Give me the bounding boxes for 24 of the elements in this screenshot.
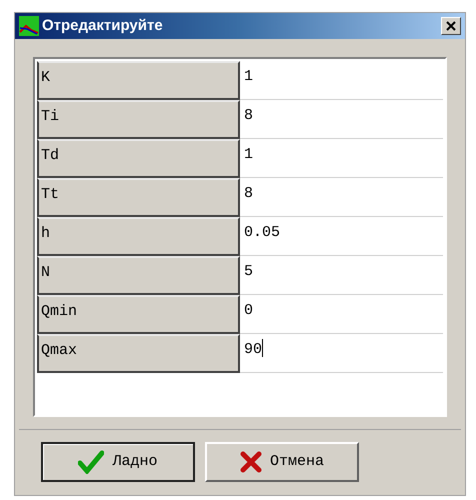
value-cell[interactable]: 1 (240, 61, 443, 100)
value-cell[interactable]: 0 (240, 295, 443, 334)
value-cell[interactable]: 5 (240, 256, 443, 295)
parameter-name: Tt (37, 178, 240, 217)
check-icon (78, 450, 104, 474)
parameter-name: K (37, 61, 240, 100)
chart-icon (19, 16, 39, 36)
parameter-name: Td (37, 139, 240, 178)
close-icon (446, 21, 456, 31)
close-button[interactable] (441, 17, 461, 35)
window-title: Отредактируйте (42, 16, 164, 36)
value-cell[interactable]: 8 (240, 100, 443, 139)
value-cell[interactable]: 90 (240, 334, 443, 373)
value-cell[interactable]: 1 (240, 139, 443, 178)
parameter-name: h (37, 217, 240, 256)
parameter-name: N (37, 256, 240, 295)
cancel-button[interactable]: Отмена (205, 442, 359, 482)
value-cell[interactable]: 0.05 (240, 217, 443, 256)
value-cell[interactable]: 8 (240, 178, 443, 217)
parameter-name: Qmin (37, 295, 240, 334)
parameter-name: Qmax (37, 334, 240, 373)
parameter-name: Ti (37, 100, 240, 139)
cross-icon (240, 451, 262, 473)
ok-button[interactable]: Ладно (41, 442, 195, 482)
